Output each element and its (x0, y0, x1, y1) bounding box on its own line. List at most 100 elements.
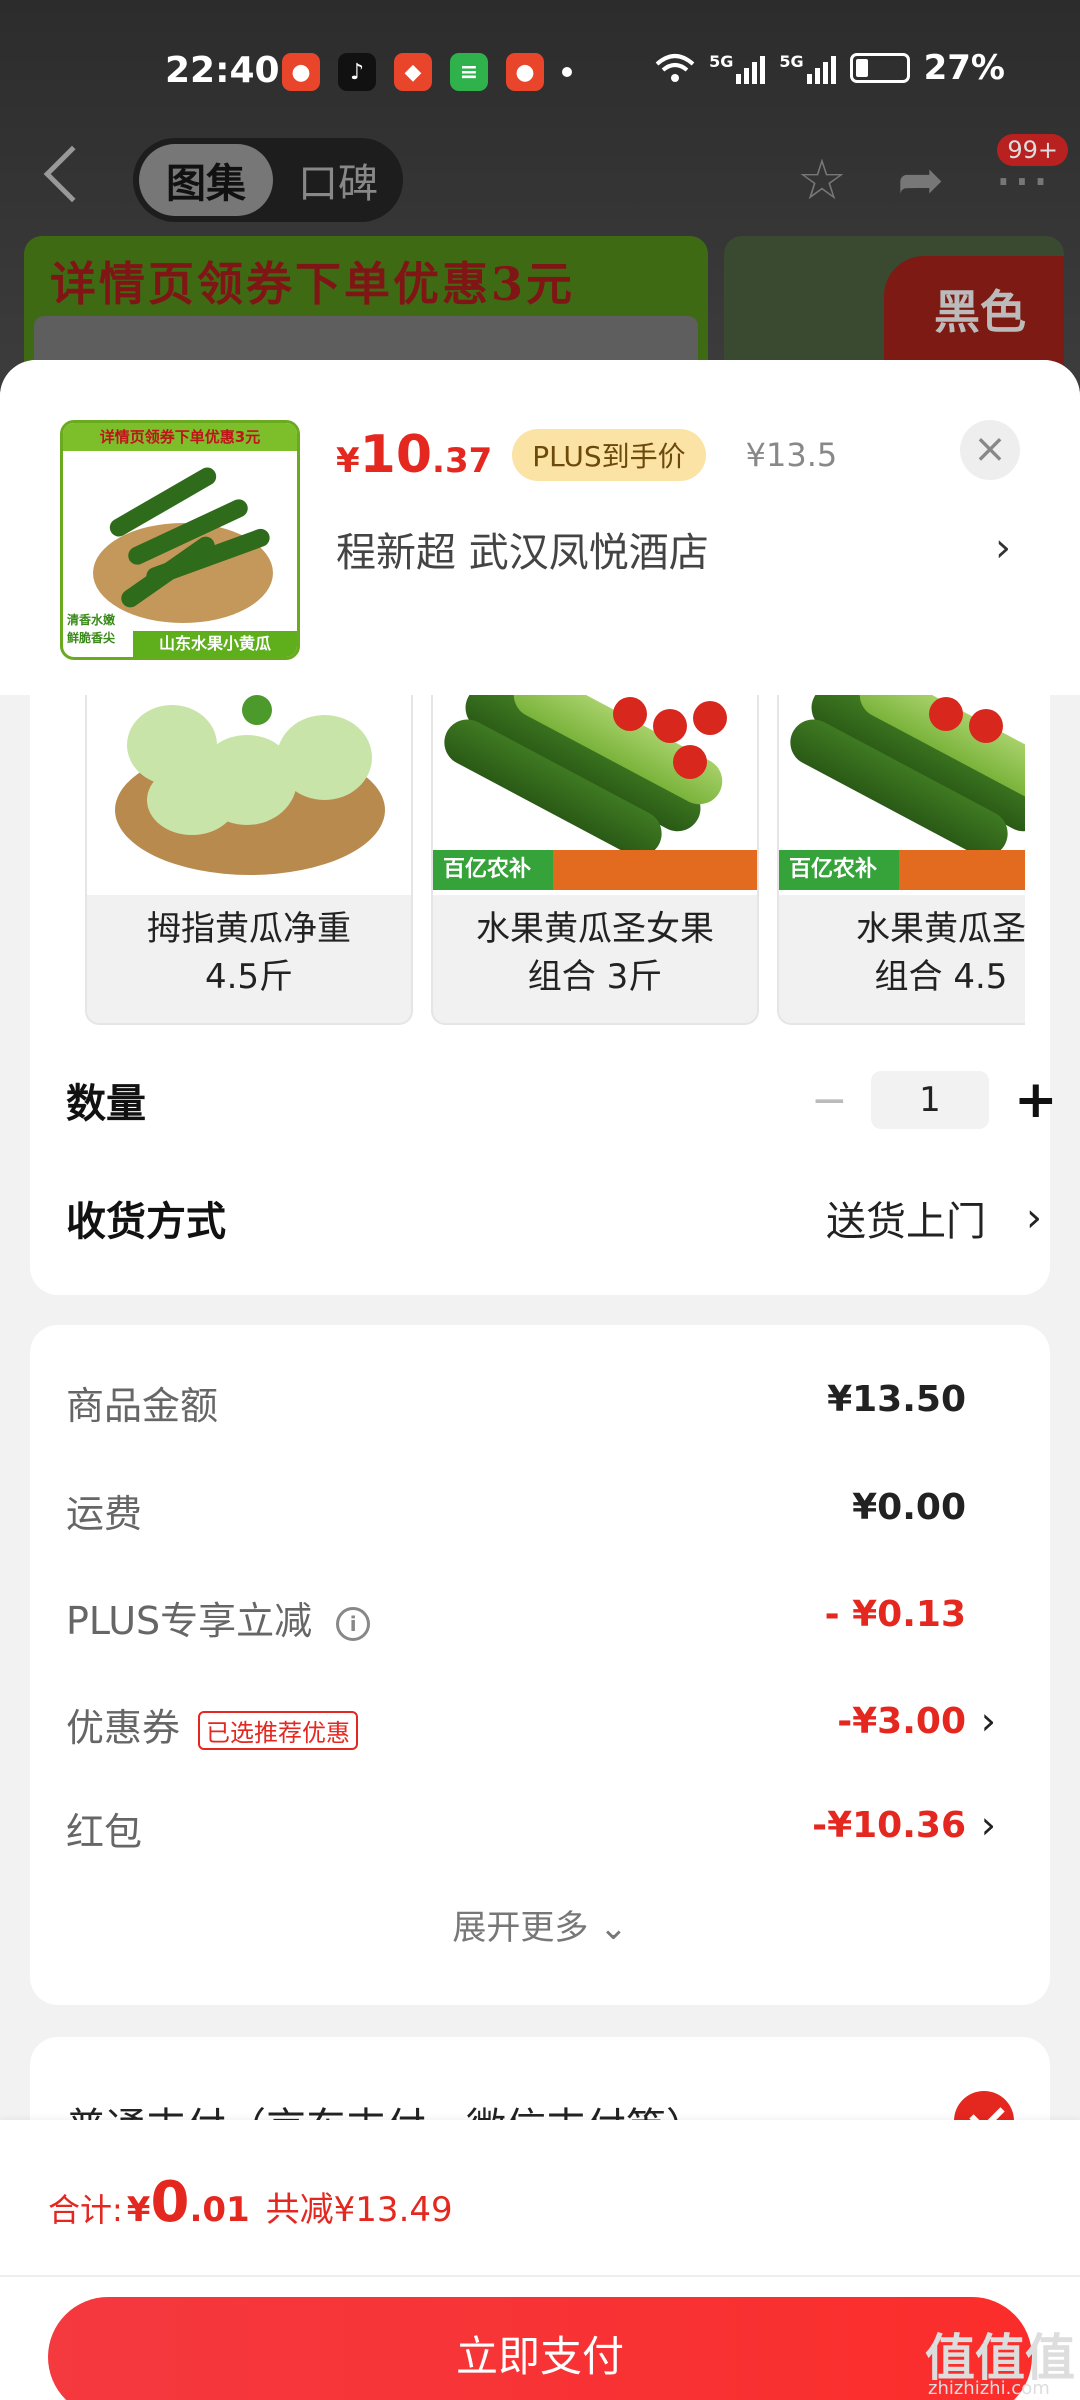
price-currency: ¥ (336, 441, 360, 481)
subsidy-logo: 百亿农补 (779, 850, 899, 890)
decrease-button[interactable]: − (811, 1075, 848, 1126)
quantity-value[interactable]: 1 (871, 1071, 989, 1129)
checkout-footer: 合计: ¥ 0 .01 共减¥13.49 立即支付 (0, 2120, 1080, 2400)
chevron-right-icon[interactable]: › (995, 525, 1011, 571)
plus-discount-row: PLUS专享立减 i - ¥0.13 (66, 1590, 1026, 1650)
price-decimal: .37 (432, 441, 493, 481)
spec-name: 水果黄瓜圣女果 组合 3斤 (476, 909, 714, 997)
favorite-star-icon[interactable]: ☆ (797, 148, 847, 213)
status-bar: 22:40 ● ♪ ◆ ≡ ● 5G 5G 27% (0, 0, 1080, 140)
gallery-tab-switch: 图集 口碑 (133, 138, 403, 222)
price-row: ¥ 10 .37 PLUS到手价 ¥13.5 (336, 425, 837, 485)
total-label: 合计: (48, 2191, 123, 2229)
order-sheet: 详情页领券下单优惠3元 清香水嫩 鲜脆香尖 山东水果小黄瓜 ¥ 10 .37 P… (0, 360, 1080, 2400)
app-notification-icon: ≡ (450, 53, 488, 91)
product-thumbnail: 详情页领券下单优惠3元 清香水嫩 鲜脆香尖 山东水果小黄瓜 (60, 420, 300, 660)
signal-icon: 5G (779, 52, 836, 84)
app-notification-icon: ◆ (394, 53, 432, 91)
back-icon[interactable] (43, 145, 101, 203)
app-notification-icon: ● (282, 53, 320, 91)
amount-label: PLUS专享立减 i (66, 1590, 371, 1645)
spec-image (87, 695, 411, 895)
amount-value: ¥0.00 (852, 1487, 966, 1528)
tomato-image (969, 709, 1003, 743)
chevron-right-icon: › (980, 1699, 996, 1743)
spec-card: 拇指黄瓜净重 4.5斤 百亿农补 水果黄瓜圣女果 组合 3斤 百亿农补 水果黄瓜… (30, 695, 1058, 1295)
chevron-right-icon: › (1026, 1195, 1042, 1241)
app-notification-icon: ● (506, 53, 544, 91)
battery-icon (849, 53, 910, 83)
tomato-image (613, 697, 647, 731)
total-currency: ¥ (126, 2190, 151, 2230)
mint-leaf-image (242, 695, 272, 725)
shipping-row: 运费 ¥0.00 (66, 1483, 1026, 1543)
pay-now-button[interactable]: 立即支付 (48, 2297, 1032, 2400)
watermark-url: zhizhizhi.com (928, 2378, 1050, 2399)
info-icon[interactable]: i (336, 1606, 371, 1641)
increase-button[interactable]: + (1014, 1070, 1058, 1130)
tomato-image (653, 709, 687, 743)
product-nav-bar: 图集 口碑 ☆ ➦ ⋯ 99+ (0, 134, 1080, 228)
total-integer: 0 (150, 2170, 190, 2235)
total-row: 合计: ¥ 0 .01 共减¥13.49 (48, 2170, 453, 2235)
banner-text: 详情页领券下单优惠3元 (50, 257, 576, 311)
background-product-page: 22:40 ● ♪ ◆ ≡ ● 5G 5G 27% 图集 口碑 ☆ ➦ ⋯ 99… (0, 0, 1080, 436)
thumbnail-banner-text: 详情页领券下单优惠3元 (63, 423, 297, 451)
amount-value: - ¥0.13 (824, 1594, 966, 1635)
expand-more-button[interactable]: 展开更多 ⌄ (30, 1900, 1050, 1949)
delivery-label: 收货方式 (66, 1199, 226, 1245)
thumbnail-side-text: 清香水嫩 鲜脆香尖 (67, 613, 116, 645)
gourd-image (147, 765, 237, 835)
spec-option[interactable]: 百亿农补 水果黄瓜圣女果 组合 3斤 (431, 695, 759, 1025)
tomato-image (929, 697, 963, 731)
notification-icons: ● ♪ ◆ ≡ ● (282, 53, 572, 91)
chevron-right-icon: › (980, 1803, 996, 1847)
tiktok-icon: ♪ (338, 53, 376, 91)
red-packet-row[interactable]: 红包 -¥10.36 › (66, 1801, 1026, 1861)
divider (0, 2275, 1080, 2277)
shop-address[interactable]: 程新超 武汉凤悦酒店 (336, 520, 709, 578)
amount-label: 商品金额 (66, 1384, 219, 1428)
status-right: 5G 5G 27% (655, 48, 1005, 88)
signal-icon: 5G (709, 52, 766, 84)
delivery-value: 送货上门 (826, 1199, 986, 1245)
sheet-header: 详情页领券下单优惠3元 清香水嫩 鲜脆香尖 山东水果小黄瓜 ¥ 10 .37 P… (0, 360, 1080, 695)
plus-price-tag: PLUS到手价 (512, 429, 706, 481)
coupon-tag: 已选推荐优惠 (198, 1711, 359, 1750)
spec-name: 水果黄瓜圣 组合 4.5 (856, 909, 1025, 997)
spec-name: 拇指黄瓜净重 4.5斤 (147, 909, 351, 997)
spec-option[interactable]: 百亿农补 水果黄瓜圣 组合 4.5 (777, 695, 1025, 1025)
price-integer: 10 (359, 425, 433, 485)
amount-card: 商品金额 ¥13.50 运费 ¥0.00 PLUS专享立减 i - ¥0.13 优… (30, 1325, 1050, 2005)
subsidy-logo: 百亿农补 (433, 850, 553, 890)
more-notifications-dot (562, 67, 572, 77)
subsidy-banner: 百亿农补 (779, 850, 1025, 890)
wifi-icon (655, 54, 695, 82)
amount-label: 运费 (66, 1492, 143, 1536)
amount-value: -¥10.36 (812, 1805, 966, 1846)
delivery-row[interactable]: 收货方式 送货上门 › (66, 1188, 1042, 1248)
thumbnail-bottom-text: 山东水果小黄瓜 (133, 631, 297, 657)
spec-list: 拇指黄瓜净重 4.5斤 百亿农补 水果黄瓜圣女果 组合 3斤 百亿农补 水果黄瓜… (85, 695, 1025, 1025)
quantity-row: 数量 − 1 + (66, 1070, 1058, 1130)
spec-image: 百亿农补 (779, 695, 1025, 895)
quantity-label: 数量 (66, 1081, 146, 1127)
tab-gallery[interactable]: 图集 (139, 144, 273, 216)
spec-image: 百亿农补 (433, 695, 757, 895)
amount-value: -¥3.00 (837, 1701, 966, 1742)
message-badge: 99+ (997, 134, 1068, 166)
total-saving: 共减¥13.49 (265, 2190, 453, 2230)
subsidy-banner: 百亿农补 (433, 850, 757, 890)
status-time: 22:40 (165, 50, 280, 91)
tomato-image (693, 701, 727, 735)
coupon-row[interactable]: 优惠券 已选推荐优惠 -¥3.00 › (66, 1697, 1026, 1757)
share-icon[interactable]: ➦ (897, 148, 944, 213)
original-price: ¥13.5 (745, 436, 838, 474)
amount-label: 优惠券 已选推荐优惠 (66, 1697, 359, 1752)
battery-percent: 27% (923, 48, 1005, 88)
close-button[interactable]: × (960, 420, 1020, 480)
tab-reviews[interactable]: 口碑 (283, 144, 393, 216)
amount-value: ¥13.50 (827, 1379, 966, 1420)
amount-label: 红包 (66, 1810, 143, 1854)
spec-option[interactable]: 拇指黄瓜净重 4.5斤 (85, 695, 413, 1025)
